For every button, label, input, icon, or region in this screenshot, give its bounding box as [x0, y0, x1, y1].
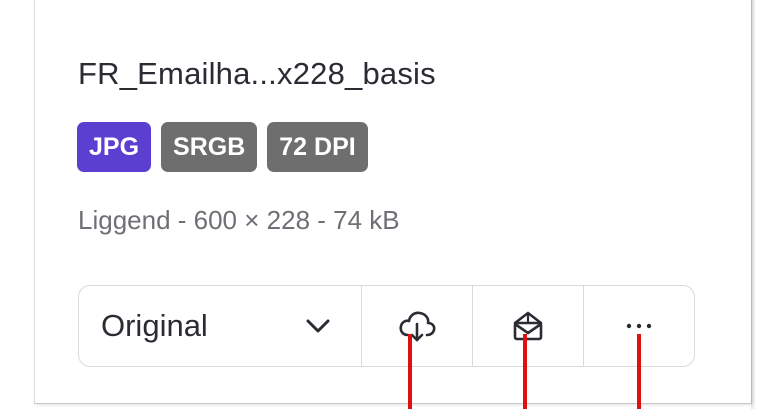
annotation-marker-more [637, 334, 641, 409]
share-button[interactable] [472, 286, 583, 366]
asset-badges: JPG SRGB 72 DPI [77, 122, 368, 172]
mailbox-icon [510, 309, 546, 343]
format-badge: JPG [77, 122, 152, 172]
annotation-marker-download [408, 334, 412, 409]
dpi-badge: 72 DPI [267, 122, 368, 172]
panel-edge [751, 0, 756, 409]
cloud-download-icon [397, 309, 437, 343]
annotation-marker-share [523, 334, 527, 409]
asset-actions-toolbar: Original [78, 285, 695, 367]
format-select[interactable]: Original [79, 286, 361, 366]
asset-title: FR_Emailha...x228_basis [78, 56, 436, 91]
asset-panel: FR_Emailha...x228_basis JPG SRGB 72 DPI … [0, 0, 772, 409]
format-select-value: Original [101, 308, 208, 343]
more-horizontal-icon [624, 322, 654, 330]
download-button[interactable] [361, 286, 472, 366]
colorspace-badge: SRGB [161, 122, 258, 172]
chevron-down-icon [305, 318, 331, 334]
asset-meta: Liggend - 600 × 228 - 74 kB [78, 205, 400, 235]
